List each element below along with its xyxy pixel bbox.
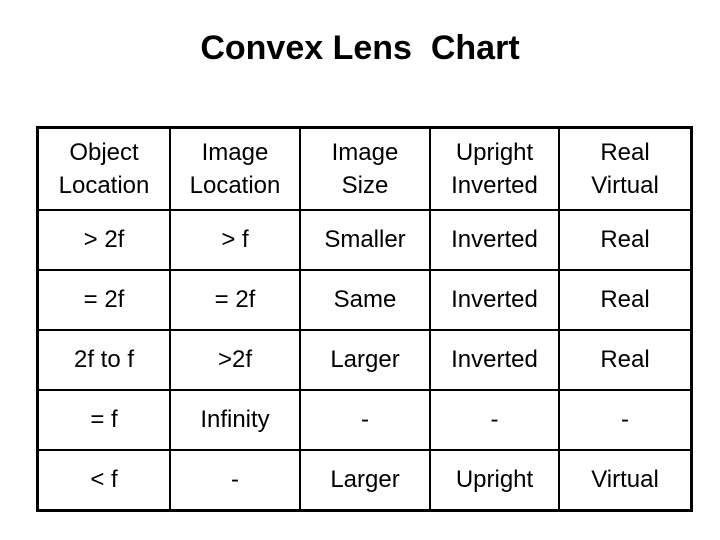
cell-real-virtual: - xyxy=(558,389,693,451)
cell-image-size: Larger xyxy=(299,449,431,512)
header-line: Image xyxy=(201,138,269,166)
header-image-location: Image Location xyxy=(169,126,301,211)
cell-real-virtual: Real xyxy=(558,269,693,331)
cell-image-size: Same xyxy=(299,269,431,331)
header-object-location: Object Location xyxy=(36,126,171,211)
cell-orientation: Inverted xyxy=(429,329,560,391)
header-line: Upright xyxy=(455,138,534,166)
header-line: Inverted xyxy=(451,172,538,199)
cell-object-location: 2f to f xyxy=(36,329,171,391)
cell-image-size: Larger xyxy=(299,329,431,391)
header-line: Size xyxy=(341,172,389,199)
header-upright-inverted: Upright Inverted xyxy=(429,126,560,211)
table-row: = f Infinity - - - xyxy=(36,389,693,451)
table-row: > 2f > f Smaller Inverted Real xyxy=(36,209,693,271)
cell-image-location: >2f xyxy=(169,329,301,391)
cell-real-virtual: Real xyxy=(558,209,693,271)
cell-orientation: Inverted xyxy=(429,209,560,271)
table-row: 2f to f >2f Larger Inverted Real xyxy=(36,329,693,391)
cell-image-size: Smaller xyxy=(299,209,431,271)
cell-image-location: Infinity xyxy=(169,389,301,451)
table-row: < f - Larger Upright Virtual xyxy=(36,449,693,512)
table-header-row: Object Location Image Location Image Siz… xyxy=(36,126,693,211)
cell-image-size: - xyxy=(299,389,431,451)
header-line: Location xyxy=(189,172,281,199)
cell-orientation: - xyxy=(429,389,560,451)
cell-orientation: Inverted xyxy=(429,269,560,331)
cell-image-location: > f xyxy=(169,209,301,271)
header-image-size: Image Size xyxy=(299,126,431,211)
cell-image-location: = 2f xyxy=(169,269,301,331)
table-row: = 2f = 2f Same Inverted Real xyxy=(36,269,693,331)
convex-lens-table: Object Location Image Location Image Siz… xyxy=(36,126,693,512)
cell-object-location: = 2f xyxy=(36,269,171,331)
header-real-virtual: Real Virtual xyxy=(558,126,693,211)
cell-object-location: < f xyxy=(36,449,171,512)
cell-image-location: - xyxy=(169,449,301,512)
page-title: Convex Lens Chart xyxy=(200,29,520,67)
header-line: Image xyxy=(331,138,399,166)
header-line: Location xyxy=(58,172,150,199)
header-line: Virtual xyxy=(591,172,659,199)
cell-orientation: Upright xyxy=(429,449,560,512)
cell-real-virtual: Virtual xyxy=(558,449,693,512)
header-line: Real xyxy=(600,138,650,166)
header-line: Object xyxy=(69,138,139,166)
cell-object-location: = f xyxy=(36,389,171,451)
cell-real-virtual: Real xyxy=(558,329,693,391)
cell-object-location: > 2f xyxy=(36,209,171,271)
